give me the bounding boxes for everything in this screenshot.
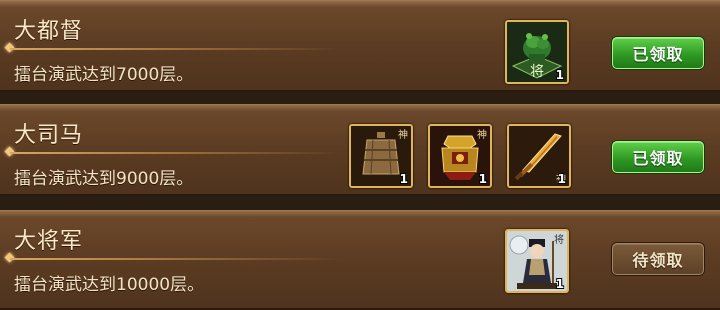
reward-item-golden-armor[interactable]: 神 1	[428, 124, 492, 188]
reward-title: 大司马	[14, 123, 84, 148]
reward-row-da-jiang-jun: 大将军 擂台演武达到10000层。 将 1 待领取	[0, 210, 720, 310]
reward-title: 大都督	[14, 19, 84, 44]
claimed-button[interactable]: 已领取	[612, 37, 704, 69]
reward-item-bronze-bell[interactable]: 神 1	[349, 124, 413, 188]
reward-item-general-portrait[interactable]: 将 1	[505, 229, 569, 293]
reward-title: 大将军	[14, 229, 84, 254]
reward-description: 擂台演武达到9000层。	[14, 169, 194, 189]
item-quantity: 1	[557, 172, 566, 186]
item-quantity: 1	[399, 172, 408, 186]
reward-item-jade-qilin[interactable]: 将 1	[505, 20, 569, 84]
claim-button[interactable]: 待领取	[612, 243, 704, 275]
divider-line	[10, 258, 340, 260]
reward-list: 大都督 擂台演武达到7000层。 将 1 已领取 大司马 擂台演武达到9000层…	[0, 0, 720, 310]
reward-item-golden-sword[interactable]: 神 1	[507, 124, 571, 188]
divider-line	[10, 152, 340, 154]
divider-line	[10, 48, 340, 50]
item-quantity: 1	[555, 68, 564, 82]
reward-description: 擂台演武达到10000层。	[14, 275, 205, 295]
svg-text:神: 神	[398, 128, 408, 141]
reward-row-da-si-ma: 大司马 擂台演武达到9000层。 神 1 神 1 神 1 已领取	[0, 104, 720, 196]
reward-row-da-du-du: 大都督 擂台演武达到7000层。 将 1 已领取	[0, 0, 720, 92]
item-quantity: 1	[555, 277, 564, 291]
svg-text:神: 神	[477, 128, 487, 141]
svg-text:将: 将	[530, 64, 544, 80]
reward-description: 擂台演武达到7000层。	[14, 65, 194, 85]
svg-text:将: 将	[554, 234, 564, 246]
item-quantity: 1	[478, 172, 487, 186]
claimed-button[interactable]: 已领取	[612, 141, 704, 173]
